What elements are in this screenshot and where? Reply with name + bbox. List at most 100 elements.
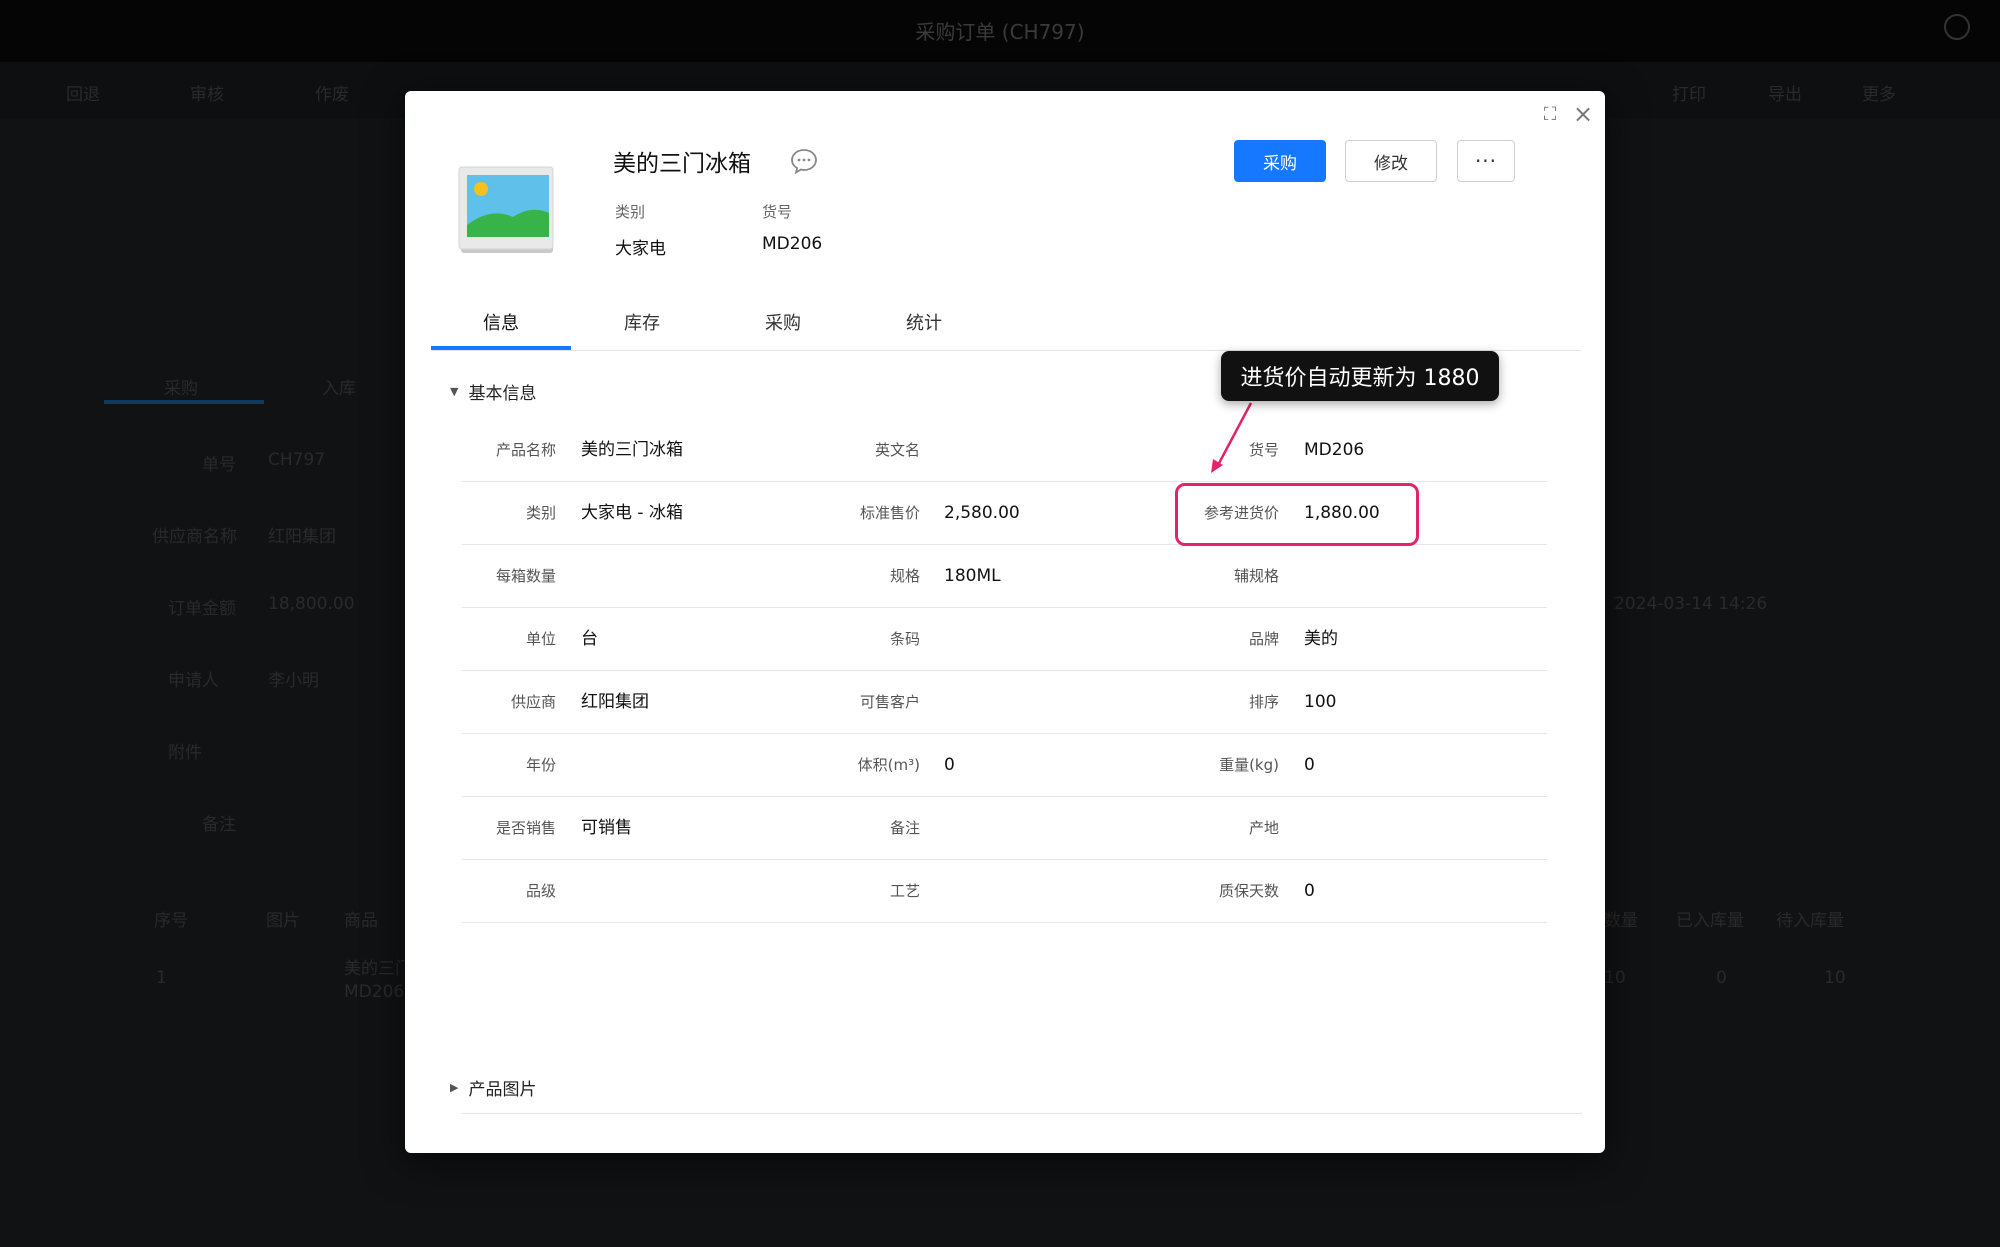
bg-toolbar-item: 打印 bbox=[1672, 85, 1706, 105]
bg-toolbar-item: 回退 bbox=[66, 85, 100, 105]
field-label: 规格 bbox=[889, 567, 920, 585]
tab-statistics[interactable]: 统计 bbox=[854, 309, 994, 347]
edit-button[interactable]: 修改 bbox=[1345, 140, 1437, 182]
field-label: 备注 bbox=[889, 819, 920, 837]
meta-category-value: 大家电 bbox=[615, 239, 666, 259]
caret-down-icon: ▼ bbox=[450, 385, 459, 398]
field-value: 大家电 - 冰箱 bbox=[581, 503, 683, 523]
tab-info[interactable]: 信息 bbox=[431, 309, 571, 347]
tab-purchase[interactable]: 采购 bbox=[713, 309, 853, 347]
field-value: 红阳集团 bbox=[581, 692, 649, 712]
field-label: 标准售价 bbox=[859, 504, 920, 522]
bg-label: 订单金额 bbox=[168, 599, 236, 619]
field-label: 品级 bbox=[525, 882, 556, 900]
field-label: 是否销售 bbox=[495, 819, 556, 837]
field-label: 产地 bbox=[1248, 819, 1279, 837]
bg-toolbar-item: 审核 bbox=[190, 85, 224, 105]
background-close-icon bbox=[1944, 14, 1970, 40]
bg-td: MD206 bbox=[344, 982, 405, 1002]
bg-td: 0 bbox=[1716, 968, 1727, 988]
field-label: 可售客户 bbox=[859, 693, 920, 711]
section-basic-info[interactable]: ▼ 基本信息 bbox=[450, 379, 536, 404]
bg-label: 备注 bbox=[202, 815, 236, 835]
field-label: 工艺 bbox=[889, 882, 920, 900]
meta-sku-value: MD206 bbox=[762, 234, 823, 254]
close-icon[interactable]: × bbox=[1570, 101, 1596, 127]
bg-th: 已入库量 bbox=[1676, 911, 1744, 931]
field-value: 台 bbox=[581, 629, 598, 649]
bg-th: 序号 bbox=[154, 911, 188, 931]
info-row: 产品名称 美的三门冰箱 英文名 货号 MD206 bbox=[462, 419, 1547, 482]
info-row: 品级 工艺 质保天数 0 bbox=[462, 860, 1547, 923]
bg-toolbar-item: 作废 bbox=[315, 85, 349, 105]
field-label: 产品名称 bbox=[495, 441, 556, 459]
field-value: 100 bbox=[1304, 692, 1337, 712]
purchase-price-highlight bbox=[1175, 483, 1419, 546]
bg-th: 待入库量 bbox=[1776, 911, 1844, 931]
bg-td: 10 bbox=[1824, 968, 1846, 988]
expand-icon[interactable]: ⛶ bbox=[1537, 101, 1563, 127]
info-row: 是否销售 可销售 备注 产地 bbox=[462, 797, 1547, 860]
field-label: 英文名 bbox=[874, 441, 920, 459]
field-label: 每箱数量 bbox=[495, 567, 556, 585]
bg-th: 商品 bbox=[344, 911, 378, 931]
annotation-callout: 进货价自动更新为 1880 bbox=[1221, 351, 1499, 401]
bg-value: CH797 bbox=[268, 450, 326, 470]
field-value: 0 bbox=[1304, 881, 1315, 901]
field-label: 类别 bbox=[525, 504, 556, 522]
field-label: 供应商 bbox=[510, 693, 556, 711]
field-label: 品牌 bbox=[1248, 630, 1279, 648]
product-image-placeholder-icon bbox=[458, 166, 554, 253]
more-button[interactable]: ··· bbox=[1457, 140, 1515, 182]
field-label: 辅规格 bbox=[1233, 567, 1279, 585]
field-value: 可销售 bbox=[581, 818, 632, 838]
info-row: 供应商 红阳集团 可售客户 排序 100 bbox=[462, 671, 1547, 734]
tab-inventory[interactable]: 库存 bbox=[572, 309, 712, 347]
comment-icon[interactable] bbox=[789, 147, 819, 175]
bg-label: 单号 bbox=[202, 455, 236, 475]
bg-toolbar-item: 导出 bbox=[1768, 85, 1802, 105]
field-value: 0 bbox=[944, 755, 955, 775]
section-basic-info-title: 基本信息 bbox=[468, 384, 537, 404]
field-value: 2,580.00 bbox=[944, 503, 1020, 523]
field-label: 体积(m³) bbox=[857, 756, 920, 774]
section-product-images-title: 产品图片 bbox=[468, 1080, 537, 1100]
meta-sku-label: 货号 bbox=[762, 203, 793, 221]
field-value: 美的三门冰箱 bbox=[581, 440, 683, 460]
background-title: 采购订单 (CH797) bbox=[915, 20, 1085, 44]
bg-label: 申请人 bbox=[168, 671, 219, 691]
field-label: 排序 bbox=[1248, 693, 1279, 711]
bg-th: 图片 bbox=[266, 911, 300, 931]
field-label: 货号 bbox=[1248, 441, 1279, 459]
field-value: MD206 bbox=[1304, 440, 1365, 460]
field-value: 美的 bbox=[1304, 629, 1338, 649]
purchase-button[interactable]: 采购 bbox=[1234, 140, 1326, 182]
bg-tab: 采购 bbox=[164, 379, 198, 399]
bg-th: 数量 bbox=[1604, 911, 1638, 931]
active-tab-indicator bbox=[431, 346, 571, 350]
info-row: 单位 台 条码 品牌 美的 bbox=[462, 608, 1547, 671]
background-titlebar: 采购订单 (CH797) bbox=[0, 0, 2000, 62]
bg-label: 附件 bbox=[168, 743, 202, 763]
field-label: 年份 bbox=[525, 756, 556, 774]
meta-sku: 货号 MD206 bbox=[762, 201, 822, 254]
bg-tab-underline bbox=[104, 400, 264, 404]
field-value: 0 bbox=[1304, 755, 1315, 775]
detail-tabs: 信息 库存 采购 统计 bbox=[431, 309, 1581, 351]
info-row: 每箱数量 规格 180ML 辅规格 bbox=[462, 545, 1547, 608]
section-product-images[interactable]: ▶ 产品图片 bbox=[450, 1075, 536, 1100]
field-label: 单位 bbox=[525, 630, 556, 648]
bg-value: 18,800.00 bbox=[268, 594, 355, 614]
info-row: 年份 体积(m³) 0 重量(kg) 0 bbox=[462, 734, 1547, 797]
field-label: 条码 bbox=[889, 630, 920, 648]
meta-category: 类别 大家电 bbox=[615, 201, 666, 259]
bg-date: 2024-03-14 14:26 bbox=[1614, 594, 1768, 614]
field-value: 180ML bbox=[944, 566, 1001, 586]
section-divider bbox=[462, 1113, 1582, 1114]
bg-value: 李小明 bbox=[268, 671, 319, 691]
bg-label: 供应商名称 bbox=[152, 527, 237, 547]
field-label: 重量(kg) bbox=[1219, 756, 1279, 774]
bg-toolbar-item: 更多 bbox=[1862, 85, 1896, 105]
bg-tab: 入库 bbox=[322, 379, 356, 399]
caret-right-icon: ▶ bbox=[450, 1081, 459, 1094]
